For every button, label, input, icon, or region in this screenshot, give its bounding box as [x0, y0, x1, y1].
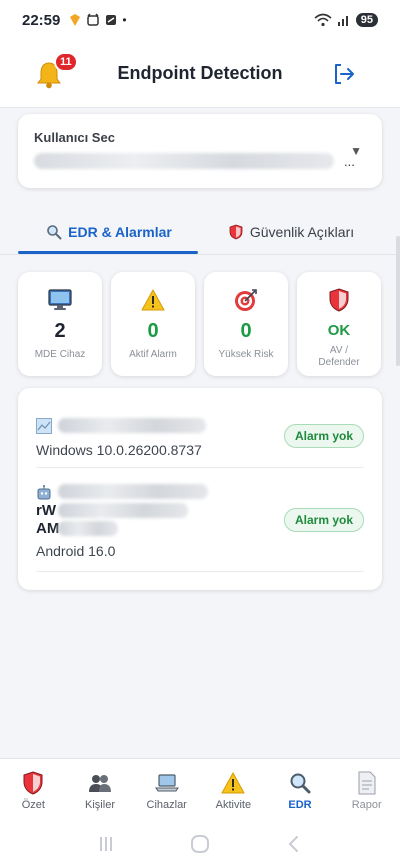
logout-icon[interactable] [332, 62, 356, 86]
device-name-redacted [58, 418, 206, 433]
device-list: Windows 10.0.26200.8737 Alarm yok rW AM … [18, 388, 382, 590]
device-os: Windows 10.0.26200.8737 [36, 442, 202, 458]
nav-item-label: EDR [288, 799, 312, 811]
device-name-fragment: AM [36, 520, 60, 537]
warning-icon [141, 288, 165, 312]
layers-notification-icon [106, 15, 117, 25]
tab-edr-alarms[interactable]: EDR & Alarmlar [18, 210, 200, 254]
back-icon[interactable] [284, 834, 304, 854]
more-dot-icon: • [122, 13, 127, 27]
nav-item-report[interactable]: Rapor [333, 759, 400, 822]
nav-item-edr[interactable]: EDR [267, 759, 334, 822]
stat-card-active-alarms[interactable]: 0 Aktif Alarm [111, 272, 195, 376]
stat-value: 0 [147, 320, 159, 342]
cat-notification-icon [87, 13, 100, 26]
chevron-down-icon: ▼ [350, 144, 362, 158]
battery-indicator: 95 [355, 13, 378, 27]
status-bar: 22:59 • 95 [0, 0, 400, 40]
nav-item-label: Aktivite [215, 799, 252, 811]
user-select-value-redacted [34, 153, 334, 169]
stat-label: AV / Defender [318, 345, 360, 368]
device-name-redacted [58, 484, 208, 499]
android-robot-icon [37, 485, 51, 500]
warning-icon [221, 771, 245, 795]
nav-item-label: Rapor [351, 799, 382, 811]
nav-item-devices[interactable]: Cihazlar [133, 759, 200, 822]
stats-row: 2 MDE Cihaz 0 Aktif Alarm 0 Yüksek Risk … [18, 272, 382, 376]
magnifier-icon [47, 225, 62, 240]
shield-icon [229, 224, 243, 240]
stat-card-av-defender[interactable]: OK AV / Defender [297, 272, 381, 376]
magnifier-icon [288, 771, 312, 795]
stat-label: Yüksek Risk [218, 349, 274, 360]
user-select-label: Kullanıcı Sec [34, 130, 115, 145]
stat-card-mde-devices[interactable]: 2 MDE Cihaz [18, 272, 102, 376]
tab-bar: EDR & Alarmlar Güvenlik Açıkları [18, 210, 382, 254]
nav-item-label: Kişiler [85, 799, 115, 811]
tabs-divider [0, 254, 400, 255]
shield-icon [327, 288, 351, 312]
device-name-fragment: rW [36, 502, 56, 519]
monitor-icon [48, 288, 72, 312]
tab-vulnerabilities[interactable]: Güvenlik Açıkları [200, 210, 382, 254]
recent-apps-icon[interactable] [96, 834, 116, 854]
page-title: Endpoint Detection [117, 63, 283, 83]
target-icon [234, 288, 258, 312]
wifi-icon [314, 13, 332, 27]
app-header: 11 Endpoint Detection [0, 40, 400, 108]
tab-vulnerabilities-label: Güvenlik Açıkları [249, 224, 355, 240]
signal-icon [337, 16, 348, 26]
device-os: Android 16.0 [36, 543, 116, 559]
nav-item-summary[interactable]: Özet [0, 759, 67, 822]
stat-label: MDE Cihaz [34, 349, 86, 360]
device-name-redacted [58, 503, 188, 518]
stat-value: 0 [240, 320, 252, 342]
tab-edr-alarms-label: EDR & Alarmlar [68, 224, 172, 240]
status-notification-icons: • [68, 13, 127, 27]
notification-count-badge: 11 [54, 52, 78, 72]
laptop-icon [154, 771, 179, 795]
status-right-icons: 95 [314, 13, 378, 27]
shield-icon [21, 771, 45, 795]
app-notification-icon [70, 14, 81, 26]
list-item[interactable]: Windows 10.0.26200.8737 Alarm yok [36, 404, 364, 468]
status-badge: Alarm yok [283, 424, 364, 448]
status-badge: Alarm yok [283, 508, 364, 532]
stat-value: 2 [54, 320, 66, 342]
nav-item-activity[interactable]: Aktivite [200, 759, 267, 822]
people-icon [88, 771, 112, 795]
device-name-redacted [58, 521, 118, 536]
stat-value: OK [327, 322, 351, 339]
nav-item-label: Özet [21, 799, 45, 811]
user-select-dropdown[interactable]: Kullanıcı Sec ... ▼ [18, 114, 382, 188]
status-time: 22:59 [22, 11, 61, 29]
bottom-navigation: Özet Kişiler Cihazlar Aktivite EDR Rapor [0, 758, 400, 822]
document-icon [355, 771, 379, 795]
home-icon[interactable] [189, 833, 211, 855]
stat-card-high-risk[interactable]: 0 Yüksek Risk [204, 272, 288, 376]
windows-icon [36, 418, 52, 434]
stat-label: Aktif Alarm [129, 349, 177, 360]
system-navigation-bar [0, 822, 400, 866]
nav-item-people[interactable]: Kişiler [67, 759, 134, 822]
nav-item-label: Cihazlar [146, 799, 187, 811]
scrollbar[interactable] [396, 236, 400, 366]
list-item[interactable]: rW AM Android 16.0 Alarm yok [36, 468, 364, 572]
